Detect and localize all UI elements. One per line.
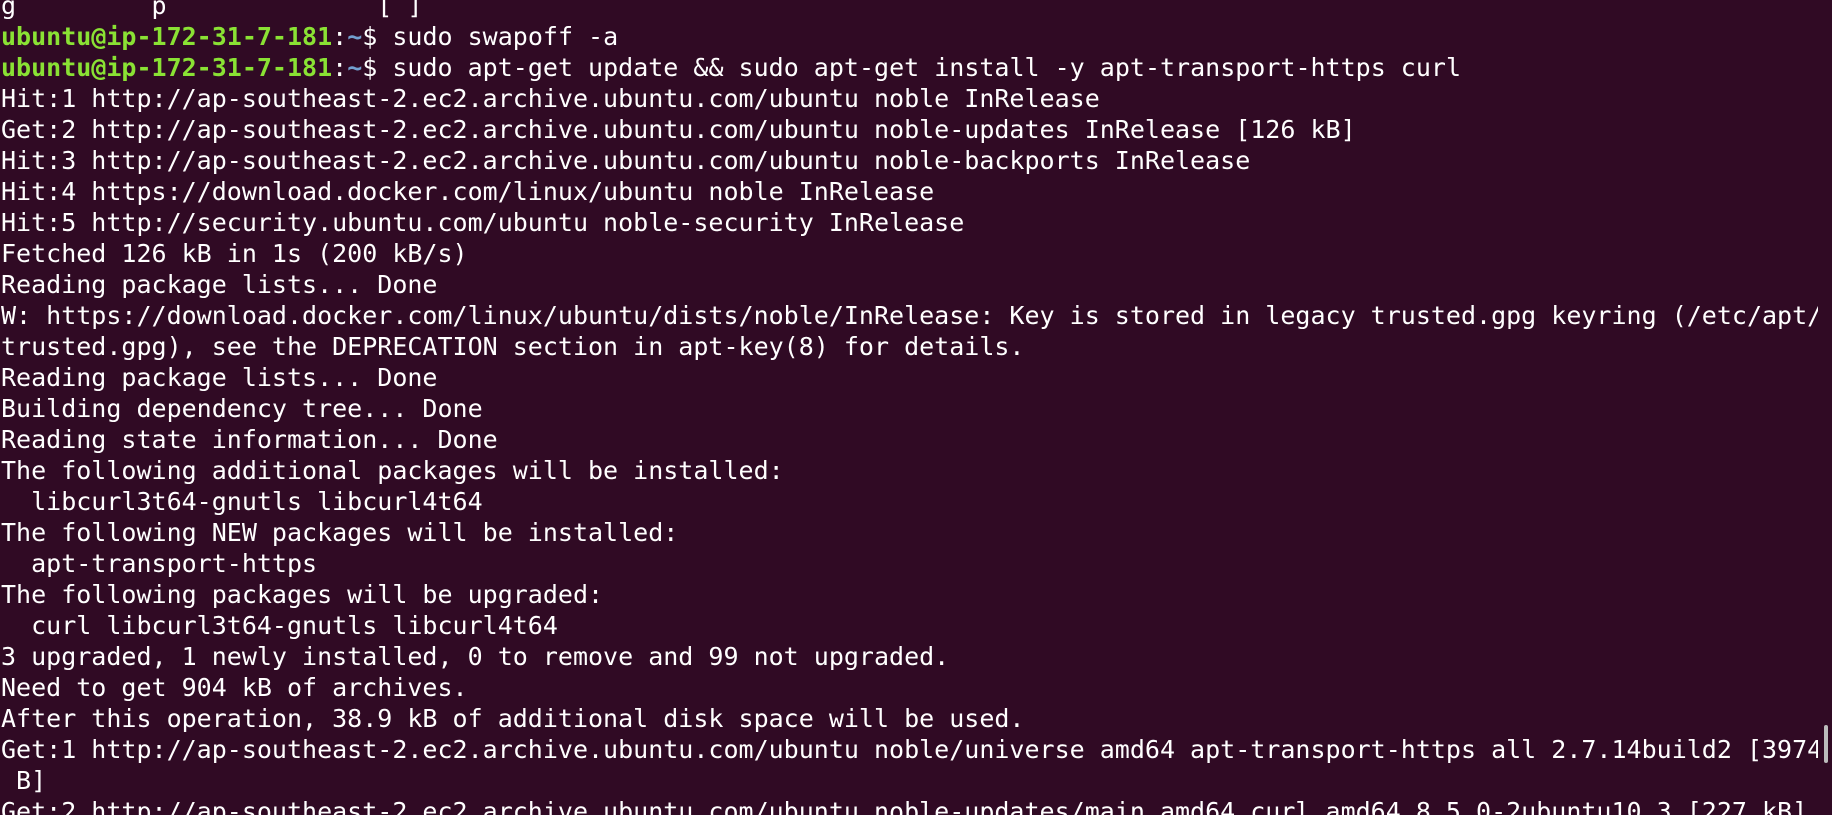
prompt-dollar: $: [362, 22, 393, 51]
output-line: Hit:1 http://ap-southeast-2.ec2.archive.…: [1, 84, 1100, 113]
command-text: sudo apt-get update && sudo apt-get inst…: [392, 53, 1462, 82]
prompt-path: ~: [347, 53, 363, 82]
output-line: B]: [1, 766, 47, 795]
output-line: After this operation, 38.9 kB of additio…: [1, 704, 1025, 733]
scrollbar-thumb[interactable]: [1824, 725, 1828, 763]
partial-top-line: g p [ ]: [1, 0, 423, 20]
terminal-output[interactable]: g p [ ] ubuntu@ip-172-31-7-181:~$ sudo s…: [0, 0, 1818, 815]
output-line: Get:2 http://ap-southeast-2.ec2.archive.…: [1, 115, 1356, 144]
output-line: Hit:3 http://ap-southeast-2.ec2.archive.…: [1, 146, 1251, 175]
output-line: Reading package lists... Done: [1, 270, 438, 299]
output-line: Need to get 904 kB of archives.: [1, 673, 468, 702]
prompt-user-host: ubuntu@ip-172-31-7-181: [1, 22, 333, 51]
prompt-colon: :: [332, 53, 348, 82]
output-line: Hit:5 http://security.ubuntu.com/ubuntu …: [1, 208, 965, 237]
output-line: curl libcurl3t64-gnutls libcurl4t64: [1, 611, 558, 640]
output-line: libcurl3t64-gnutls libcurl4t64: [1, 487, 483, 516]
output-line: Reading state information... Done: [1, 425, 498, 454]
output-line: 3 upgraded, 1 newly installed, 0 to remo…: [1, 642, 950, 671]
prompt-dollar: $: [362, 53, 393, 82]
command-line: ubuntu@ip-172-31-7-181:~$ sudo apt-get u…: [0, 52, 1818, 83]
output-line: Get:2 http://ap-southeast-2.ec2.archive.…: [1, 797, 1808, 815]
prompt-path: ~: [347, 22, 363, 51]
output-line: Get:1 http://ap-southeast-2.ec2.archive.…: [1, 735, 1818, 764]
output-line: Hit:4 https://download.docker.com/linux/…: [1, 177, 935, 206]
output-line: The following packages will be upgraded:: [1, 580, 604, 609]
output-line: Reading package lists... Done: [1, 363, 438, 392]
prompt-user-host: ubuntu@ip-172-31-7-181: [1, 53, 333, 82]
output-line: The following NEW packages will be insta…: [1, 518, 679, 547]
output-line: trusted.gpg), see the DEPRECATION sectio…: [1, 332, 1025, 361]
output-line: W: https://download.docker.com/linux/ubu…: [1, 301, 1818, 330]
prompt-colon: :: [332, 22, 348, 51]
scrollbar[interactable]: [1820, 0, 1830, 815]
output-line: The following additional packages will b…: [1, 456, 784, 485]
command-text: sudo swapoff -a: [392, 22, 619, 51]
output-line: Building dependency tree... Done: [1, 394, 483, 423]
output-line: apt-transport-https: [1, 549, 318, 578]
output-line: Fetched 126 kB in 1s (200 kB/s): [1, 239, 468, 268]
command-line: ubuntu@ip-172-31-7-181:~$ sudo swapoff -…: [0, 21, 1818, 52]
